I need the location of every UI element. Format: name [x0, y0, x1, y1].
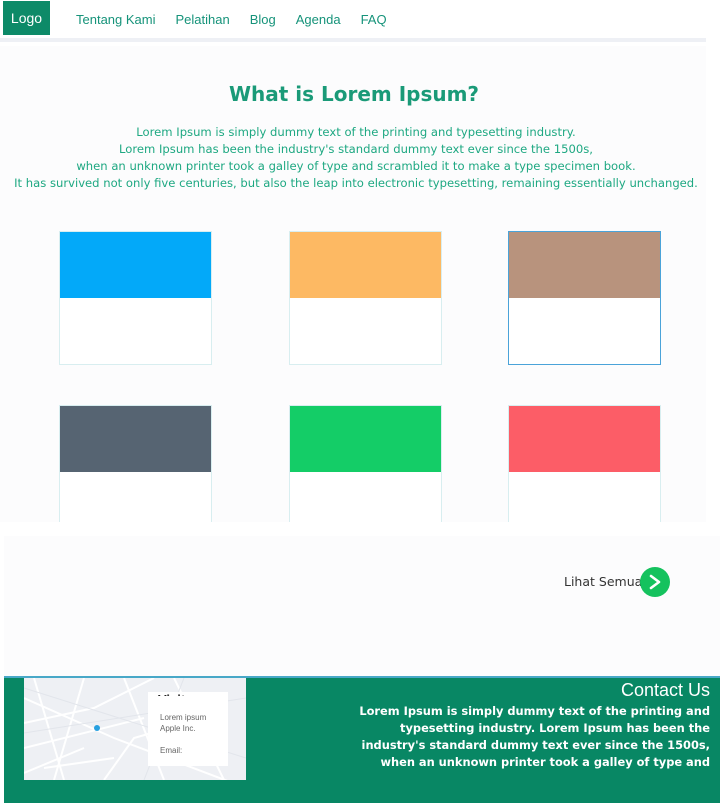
nav-item-blog[interactable]: Blog: [250, 12, 276, 27]
card-cover: [509, 232, 660, 298]
site-header: Logo Tentang Kami Pelatihan Blog Agenda …: [0, 0, 706, 42]
location-map[interactable]: Visit Lorem ipsum Apple Inc. Email:: [24, 678, 246, 780]
map-card-lines: Lorem ipsum Apple Inc. Email:: [160, 712, 206, 756]
card-1[interactable]: [59, 231, 212, 365]
card-cover: [60, 232, 211, 298]
nav-item-pelatihan[interactable]: Pelatihan: [176, 12, 230, 27]
see-all-button[interactable]: [640, 567, 670, 597]
card-cover: [60, 406, 211, 472]
intro-line: It has survived not only five centuries,…: [14, 176, 698, 190]
site-footer: Visit Lorem ipsum Apple Inc. Email: Cont…: [4, 676, 720, 803]
card-cover: [290, 232, 441, 298]
map-card-line: [160, 734, 206, 745]
card-cover: [509, 406, 660, 472]
nav-item-faq[interactable]: FAQ: [361, 12, 387, 27]
contact-text: Lorem Ipsum is simply dummy text of the …: [359, 704, 710, 769]
card-4[interactable]: [59, 405, 212, 523]
map-card-heading: Visit: [158, 692, 186, 707]
map-card-line: Apple Inc.: [160, 724, 196, 733]
see-all-label[interactable]: Lihat Semua: [564, 574, 642, 589]
chevron-right-icon: [649, 574, 661, 590]
map-info-card: Visit Lorem ipsum Apple Inc. Email:: [148, 692, 228, 766]
nav-item-tentang-kami[interactable]: Tentang Kami: [76, 12, 156, 27]
map-pin-icon: [94, 725, 100, 731]
intro-line: Lorem Ipsum has been the industry's stan…: [119, 142, 593, 156]
contact-title: Contact Us: [620, 680, 710, 700]
intro-text: Lorem Ipsum is simply dummy text of the …: [0, 124, 712, 192]
main-section: What is Lorem Ipsum? Lorem Ipsum is simp…: [0, 46, 706, 523]
see-all-section: Lihat Semua: [4, 536, 720, 676]
logo[interactable]: Logo: [3, 1, 50, 35]
card-5[interactable]: [289, 405, 442, 523]
intro-line: when an unknown printer took a galley of…: [76, 159, 636, 173]
card-cover: [290, 406, 441, 472]
main-nav: Tentang Kami Pelatihan Blog Agenda FAQ: [76, 12, 407, 27]
section-title: What is Lorem Ipsum?: [228, 82, 480, 106]
card-6[interactable]: [508, 405, 661, 523]
map-card-line: Email:: [160, 746, 183, 755]
card-2[interactable]: [289, 231, 442, 365]
map-card-line: Lorem ipsum: [160, 713, 207, 722]
nav-item-agenda[interactable]: Agenda: [296, 12, 341, 27]
intro-line: Lorem Ipsum is simply dummy text of the …: [136, 125, 576, 139]
divider: [0, 522, 720, 536]
card-3[interactable]: [508, 231, 661, 365]
